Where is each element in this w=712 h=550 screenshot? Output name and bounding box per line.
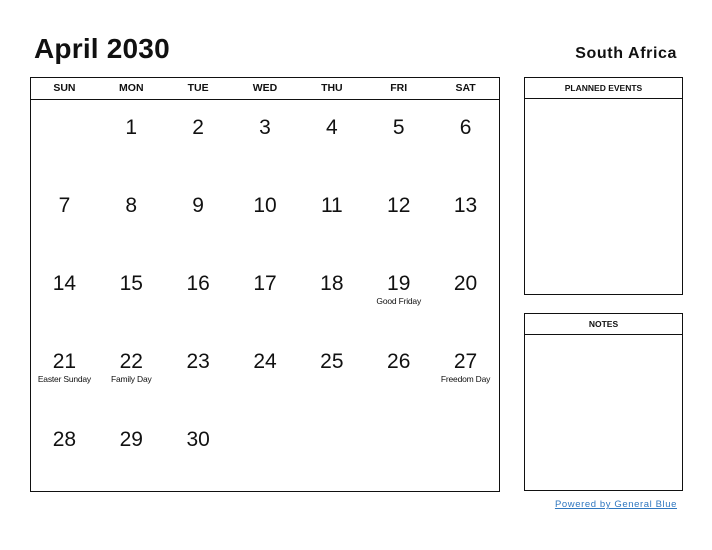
day-number: 10 [253, 194, 277, 217]
holiday-label: Good Friday [376, 296, 421, 306]
day-number: 22 [119, 350, 143, 373]
day-cell[interactable]: 5 [365, 100, 432, 178]
day-number: 4 [326, 116, 338, 139]
day-cell[interactable]: 26 [365, 334, 432, 412]
day-cell[interactable]: 8 [98, 178, 165, 256]
day-cell[interactable]: 29 [98, 412, 165, 490]
day-cell[interactable]: 2 [165, 100, 232, 178]
calendar-grid: SUN MON TUE WED THU FRI SAT 1 2 3 4 5 6 7 8 9 10 1… [30, 77, 500, 492]
day-cell[interactable] [432, 412, 499, 490]
weekday-label: MON [119, 82, 144, 94]
day-cell[interactable] [232, 412, 299, 490]
holiday-label: Freedom Day [440, 374, 491, 384]
holiday-label: Family Day [111, 374, 152, 384]
weekday-label: SAT [455, 82, 476, 94]
day-cell[interactable] [365, 412, 432, 490]
day-cell[interactable]: 22 Family Day [98, 334, 165, 412]
day-cell[interactable] [298, 412, 365, 490]
day-number: 23 [186, 350, 210, 373]
day-number: 29 [119, 428, 143, 451]
day-cell[interactable]: 16 [165, 256, 232, 334]
day-number: 8 [125, 194, 138, 217]
day-cell[interactable]: 7 [31, 178, 98, 256]
planned-events-title: PLANNED EVENTS [525, 78, 682, 99]
day-number: 30 [186, 428, 210, 451]
day-number: 19 [387, 272, 411, 295]
weekday-label: FRI [390, 82, 408, 94]
day-cell[interactable]: 13 [432, 178, 499, 256]
day-number: 2 [192, 116, 204, 139]
day-cell[interactable]: 1 [98, 100, 165, 178]
day-number: 17 [253, 272, 277, 295]
day-cell[interactable]: 30 [165, 412, 232, 490]
day-cell[interactable]: 19 Good Friday [365, 256, 432, 334]
day-cell[interactable]: 14 [31, 256, 98, 334]
day-number: 18 [320, 272, 344, 295]
day-cell[interactable]: 3 [232, 100, 299, 178]
day-number: 16 [186, 272, 210, 295]
weekday-label: THU [321, 82, 343, 94]
day-cell[interactable]: 20 [432, 256, 499, 334]
day-cell[interactable]: 9 [165, 178, 232, 256]
day-number: 21 [52, 350, 77, 373]
day-cell[interactable]: 28 [31, 412, 98, 490]
day-cell[interactable]: 25 [298, 334, 365, 412]
planned-events-panel[interactable]: PLANNED EVENTS [524, 77, 683, 295]
day-cell[interactable]: 6 [432, 100, 499, 178]
day-number: 5 [392, 116, 405, 139]
holiday-label: Easter Sunday [37, 374, 91, 384]
day-cell[interactable]: 27 Freedom Day [432, 334, 499, 412]
day-number: 7 [58, 194, 71, 217]
day-number: 20 [453, 272, 478, 295]
notes-title: NOTES [525, 314, 682, 335]
day-cell[interactable]: 4 [298, 100, 365, 178]
day-number: 27 [453, 350, 478, 373]
day-number: 1 [125, 116, 138, 139]
day-number: 6 [459, 116, 472, 139]
country-label: South Africa [575, 45, 677, 62]
weekday-label: TUE [187, 82, 209, 94]
day-cell[interactable]: 17 [232, 256, 299, 334]
day-cell[interactable]: 10 [232, 178, 299, 256]
day-cell[interactable]: 21 Easter Sunday [31, 334, 98, 412]
day-number: 25 [320, 350, 344, 373]
day-number: 12 [387, 194, 411, 217]
day-cell[interactable]: 11 [298, 178, 365, 256]
weekday-header: SUN MON TUE WED THU FRI SAT [31, 78, 499, 100]
powered-by-link[interactable]: Powered by General Blue [555, 499, 677, 510]
day-number: 26 [387, 350, 411, 373]
day-cell[interactable]: 12 [365, 178, 432, 256]
day-number: 9 [192, 194, 204, 217]
day-cell[interactable] [31, 100, 98, 178]
day-number: 15 [119, 272, 143, 295]
day-cell[interactable]: 18 [298, 256, 365, 334]
day-number: 11 [320, 194, 343, 217]
day-number: 14 [52, 272, 77, 295]
day-cell[interactable]: 24 [232, 334, 299, 412]
page-title: April 2030 [34, 33, 170, 64]
day-number: 28 [52, 428, 77, 451]
day-cell[interactable]: 23 [165, 334, 232, 412]
day-number: 24 [253, 350, 277, 373]
weekday-label: SUN [53, 82, 76, 94]
calendar-body: 1 2 3 4 5 6 7 8 9 10 11 12 13 14 15 16 17 18 19 Good Friday… [31, 100, 499, 490]
weekday-label: WED [252, 82, 278, 94]
day-number: 13 [453, 194, 478, 217]
day-number: 3 [259, 116, 271, 139]
notes-panel[interactable]: NOTES [524, 313, 683, 491]
day-cell[interactable]: 15 [98, 256, 165, 334]
